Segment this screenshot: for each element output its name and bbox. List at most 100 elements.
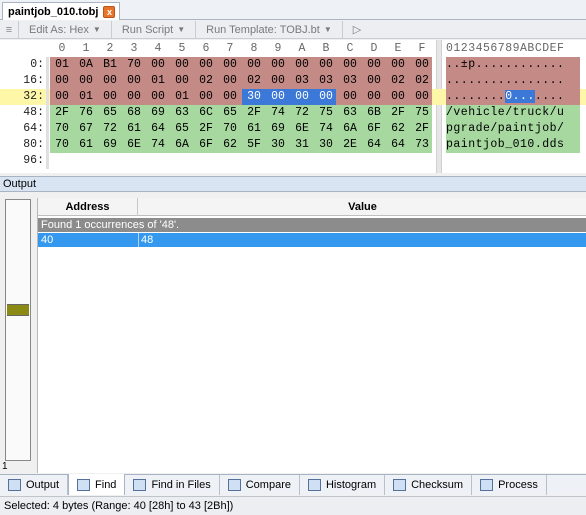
hex-byte[interactable]: 6F <box>362 121 386 137</box>
hex-byte[interactable]: 00 <box>410 57 434 73</box>
hex-row[interactable]: 16: 00 00 00 00 01 00 02 00 02 00 03 03 03 00 02 02.....… <box>0 73 586 89</box>
hex-byte[interactable]: 65 <box>218 105 242 121</box>
hex-byte[interactable]: 31 <box>290 137 314 153</box>
hex-byte[interactable]: 74 <box>266 105 290 121</box>
tab-checksum[interactable]: Checksum <box>385 475 473 495</box>
hex-byte[interactable]: 67 <box>74 121 98 137</box>
hex-byte[interactable]: 00 <box>266 57 290 73</box>
row-ascii[interactable]: ........0....... <box>446 89 580 105</box>
row-ascii[interactable]: paintjob_010.dds <box>446 137 580 153</box>
address-column-header[interactable]: Address <box>38 198 138 216</box>
hex-byte[interactable]: 02 <box>410 73 434 89</box>
hex-byte[interactable]: 01 <box>74 89 98 105</box>
tab-find-in-files[interactable]: Find in Files <box>125 475 220 495</box>
hex-byte[interactable]: 68 <box>122 105 146 121</box>
hex-row[interactable]: 96: <box>0 153 586 169</box>
hex-byte[interactable]: 00 <box>218 89 242 105</box>
hex-byte[interactable]: 00 <box>122 89 146 105</box>
tab-output[interactable]: Output <box>0 475 69 495</box>
hex-byte[interactable]: 0A <box>74 57 98 73</box>
hex-row[interactable]: 48: 2F 76 65 68 69 63 6C 65 2F 74 72 75 63 6B 2F 75/vehi… <box>0 105 586 121</box>
hex-byte[interactable]: 64 <box>146 121 170 137</box>
hex-row[interactable]: 64: 70 67 72 61 64 65 2F 70 61 69 6E 74 6A 6F 62 2F pgrad… <box>0 121 586 137</box>
hex-byte[interactable]: 6E <box>290 121 314 137</box>
hex-byte[interactable]: 00 <box>170 57 194 73</box>
close-tab-icon[interactable]: x <box>103 5 116 18</box>
row-ascii[interactable]: pgrade/paintjob/ <box>446 121 580 137</box>
hex-byte[interactable]: 69 <box>146 105 170 121</box>
hex-byte[interactable]: 2F <box>194 121 218 137</box>
tab-compare[interactable]: Compare <box>220 475 300 495</box>
hex-byte[interactable]: 6A <box>170 137 194 153</box>
hex-byte[interactable]: 00 <box>290 57 314 73</box>
hex-byte[interactable]: 00 <box>170 73 194 89</box>
run-script-dropdown[interactable]: Run Script ▼ <box>110 21 195 38</box>
hex-byte[interactable]: 74 <box>146 137 170 153</box>
tab-histogram[interactable]: Histogram <box>300 475 386 495</box>
hex-byte[interactable]: 63 <box>338 105 362 121</box>
file-tab[interactable]: paintjob_010.tobj x <box>2 2 121 20</box>
hex-byte[interactable]: 00 <box>338 89 362 105</box>
hex-byte[interactable]: 00 <box>362 73 386 89</box>
find-results-table[interactable]: Address Value Found 1 occurrences of '48… <box>37 198 586 473</box>
hex-byte[interactable]: 00 <box>266 89 290 105</box>
hex-byte[interactable]: 2F <box>50 105 74 121</box>
hex-byte[interactable]: 6B <box>362 105 386 121</box>
hex-byte[interactable]: 01 <box>50 57 74 73</box>
hex-byte[interactable]: 69 <box>266 121 290 137</box>
hex-row[interactable]: 80: 70 61 69 6E 74 6A 6F 62 5F 30 31 30 2E 64 64 73 paint… <box>0 137 586 153</box>
hex-byte[interactable]: 00 <box>98 73 122 89</box>
hex-byte[interactable]: 02 <box>242 73 266 89</box>
hex-byte[interactable]: 6E <box>122 137 146 153</box>
edit-as-dropdown[interactable]: Edit As: Hex ▼ <box>18 21 111 38</box>
hex-byte[interactable]: 00 <box>50 73 74 89</box>
hex-byte[interactable]: 00 <box>194 89 218 105</box>
hex-byte[interactable]: 00 <box>218 73 242 89</box>
hex-byte[interactable]: 00 <box>386 57 410 73</box>
hex-byte[interactable]: B1 <box>98 57 122 73</box>
hex-byte[interactable]: 00 <box>194 57 218 73</box>
hex-byte[interactable]: 00 <box>338 57 362 73</box>
hex-byte[interactable]: 70 <box>218 121 242 137</box>
hex-byte[interactable]: 75 <box>410 105 434 121</box>
hex-byte[interactable]: 65 <box>98 105 122 121</box>
hex-byte[interactable]: 00 <box>314 57 338 73</box>
row-ascii[interactable]: ..±p............ <box>446 57 580 73</box>
hex-byte[interactable]: 30 <box>266 137 290 153</box>
hex-byte[interactable]: 2F <box>386 105 410 121</box>
hex-editor[interactable]: 0123456789ABCDEF 0123456789ABCDEF 0: 01 0A… <box>0 40 586 173</box>
hex-byte[interactable]: 2E <box>338 137 362 153</box>
output-slider-thumb[interactable] <box>7 304 29 316</box>
hex-byte[interactable]: 2F <box>242 105 266 121</box>
hex-byte[interactable]: 00 <box>410 89 434 105</box>
hex-byte[interactable]: 00 <box>314 89 338 105</box>
hex-byte[interactable]: 00 <box>122 73 146 89</box>
hex-byte[interactable]: 02 <box>194 73 218 89</box>
hex-byte[interactable]: 00 <box>386 89 410 105</box>
hex-byte[interactable]: 64 <box>386 137 410 153</box>
hex-byte[interactable]: 6A <box>338 121 362 137</box>
hex-byte[interactable]: 70 <box>50 137 74 153</box>
hex-byte[interactable]: 75 <box>314 105 338 121</box>
hex-byte[interactable]: 65 <box>170 121 194 137</box>
hex-byte[interactable]: 00 <box>74 73 98 89</box>
hex-byte[interactable]: 00 <box>50 89 74 105</box>
hex-byte[interactable]: 73 <box>410 137 434 153</box>
hex-byte[interactable]: 00 <box>362 89 386 105</box>
hex-byte[interactable]: 00 <box>146 89 170 105</box>
hex-byte[interactable]: 03 <box>338 73 362 89</box>
hex-byte[interactable]: 6C <box>194 105 218 121</box>
hex-byte[interactable]: 70 <box>122 57 146 73</box>
hex-byte[interactable]: 00 <box>98 89 122 105</box>
hex-byte[interactable]: 61 <box>122 121 146 137</box>
run-template-play-button[interactable]: ▷ <box>341 21 371 38</box>
tab-find[interactable]: Find <box>68 474 126 495</box>
hex-byte[interactable]: 62 <box>218 137 242 153</box>
hex-byte[interactable]: 76 <box>74 105 98 121</box>
hex-byte[interactable]: 2F <box>410 121 434 137</box>
hex-byte[interactable]: 00 <box>362 57 386 73</box>
hex-byte[interactable]: 69 <box>98 137 122 153</box>
hex-byte[interactable]: 00 <box>146 57 170 73</box>
hex-byte[interactable]: 62 <box>386 121 410 137</box>
result-row[interactable]: 40 48 <box>38 233 586 247</box>
